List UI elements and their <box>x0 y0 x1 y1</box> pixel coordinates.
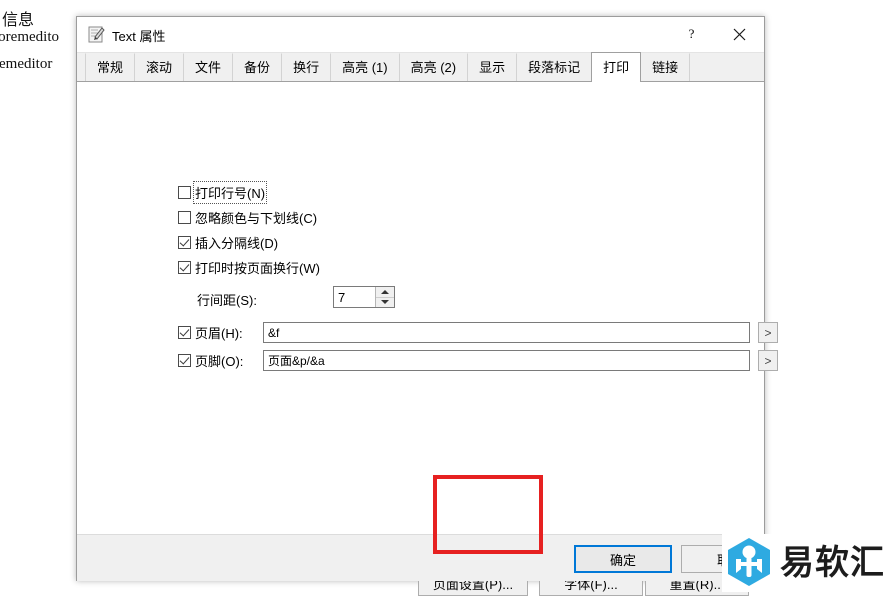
close-icon <box>733 28 746 41</box>
checkbox-header-enabled[interactable] <box>178 326 191 339</box>
tab-bar: 常规 滚动 文件 备份 换行 高亮 (1) 高亮 (2) 显示 段落标记 打印 … <box>77 52 764 82</box>
tab-general[interactable]: 常规 <box>85 53 136 81</box>
checkbox-label: 打印时按页面换行(W) <box>195 261 320 276</box>
checkbox-label: 忽略颜色与下划线(C) <box>195 211 318 226</box>
tab-wrap[interactable]: 换行 <box>281 53 332 81</box>
tab-paragraph-mark[interactable]: 段落标记 <box>516 53 593 81</box>
tab-highlight-1[interactable]: 高亮 (1) <box>330 53 400 81</box>
line-spacing-input[interactable] <box>334 287 375 307</box>
brand-logo-icon <box>726 537 772 590</box>
stepper-buttons <box>375 287 394 307</box>
background-text-line: 信息 <box>2 12 35 29</box>
tab-file[interactable]: 文件 <box>183 53 234 81</box>
chevron-right-icon: > <box>764 325 772 340</box>
dialog-title: Text 属性 <box>112 29 166 44</box>
checkbox-ignore-color-underline[interactable]: 忽略颜色与下划线(C) <box>178 208 317 227</box>
close-button[interactable] <box>717 17 762 51</box>
line-spacing-stepper[interactable] <box>333 286 395 308</box>
watermark: 易软汇 <box>722 534 891 592</box>
watermark-text: 易软汇 <box>780 543 885 583</box>
header-macro-button[interactable]: > <box>758 322 778 343</box>
stepper-down-button[interactable] <box>376 298 394 308</box>
tab-display[interactable]: 显示 <box>467 53 518 81</box>
footer-input[interactable] <box>263 350 750 371</box>
dialog-titlebar: Text 属性 ? <box>77 17 764 53</box>
checkbox-print-line-numbers[interactable]: 打印行号(N) <box>178 181 268 204</box>
notepad-pencil-icon <box>88 26 105 43</box>
checkbox-label: 打印行号(N) <box>192 181 268 204</box>
tab-backup[interactable]: 备份 <box>232 53 283 81</box>
triangle-down-icon <box>381 300 389 305</box>
checkbox-wrap-by-page-on-print[interactable]: 打印时按页面换行(W) <box>178 258 320 277</box>
checkbox-box[interactable] <box>178 186 191 199</box>
chevron-right-icon: > <box>764 353 772 368</box>
footer-label: 页脚(O): <box>195 354 244 369</box>
background-text-line: remeditor <box>0 56 53 72</box>
header-label: 页眉(H): <box>195 326 243 341</box>
checkbox-label: 插入分隔线(D) <box>195 236 279 251</box>
header-row: 页眉(H): > <box>178 322 778 343</box>
checkbox-box[interactable] <box>178 236 191 249</box>
stepper-up-button[interactable] <box>376 287 394 298</box>
help-button[interactable]: ? <box>669 17 714 51</box>
checkbox-footer-enabled[interactable] <box>178 354 191 367</box>
header-input[interactable] <box>263 322 750 343</box>
dialog-footer: 确定 取消 <box>77 535 779 581</box>
checkbox-box[interactable] <box>178 211 191 224</box>
background-text-line: toremedito <box>0 29 59 45</box>
text-properties-dialog: Text 属性 ? 常规 滚动 文件 备份 换行 高亮 (1) 高亮 (2) 显… <box>76 16 779 596</box>
triangle-up-icon <box>381 289 389 294</box>
tab-link[interactable]: 链接 <box>640 53 691 81</box>
tab-panel-print: 打印行号(N) 忽略颜色与下划线(C) 插入分隔线(D) 打印时按页面换行(W)… <box>77 82 778 596</box>
help-icon: ? <box>688 26 695 41</box>
checkbox-insert-separator-line[interactable]: 插入分隔线(D) <box>178 233 278 252</box>
ok-button[interactable]: 确定 <box>574 545 672 573</box>
footer-row: 页脚(O): > <box>178 350 778 371</box>
tab-highlight-2[interactable]: 高亮 (2) <box>398 53 469 81</box>
tab-print[interactable]: 打印 <box>591 52 642 82</box>
tab-scroll[interactable]: 滚动 <box>134 53 185 81</box>
line-spacing-label: 行间距(S): <box>197 293 257 308</box>
footer-macro-button[interactable]: > <box>758 350 778 371</box>
checkbox-box[interactable] <box>178 261 191 274</box>
